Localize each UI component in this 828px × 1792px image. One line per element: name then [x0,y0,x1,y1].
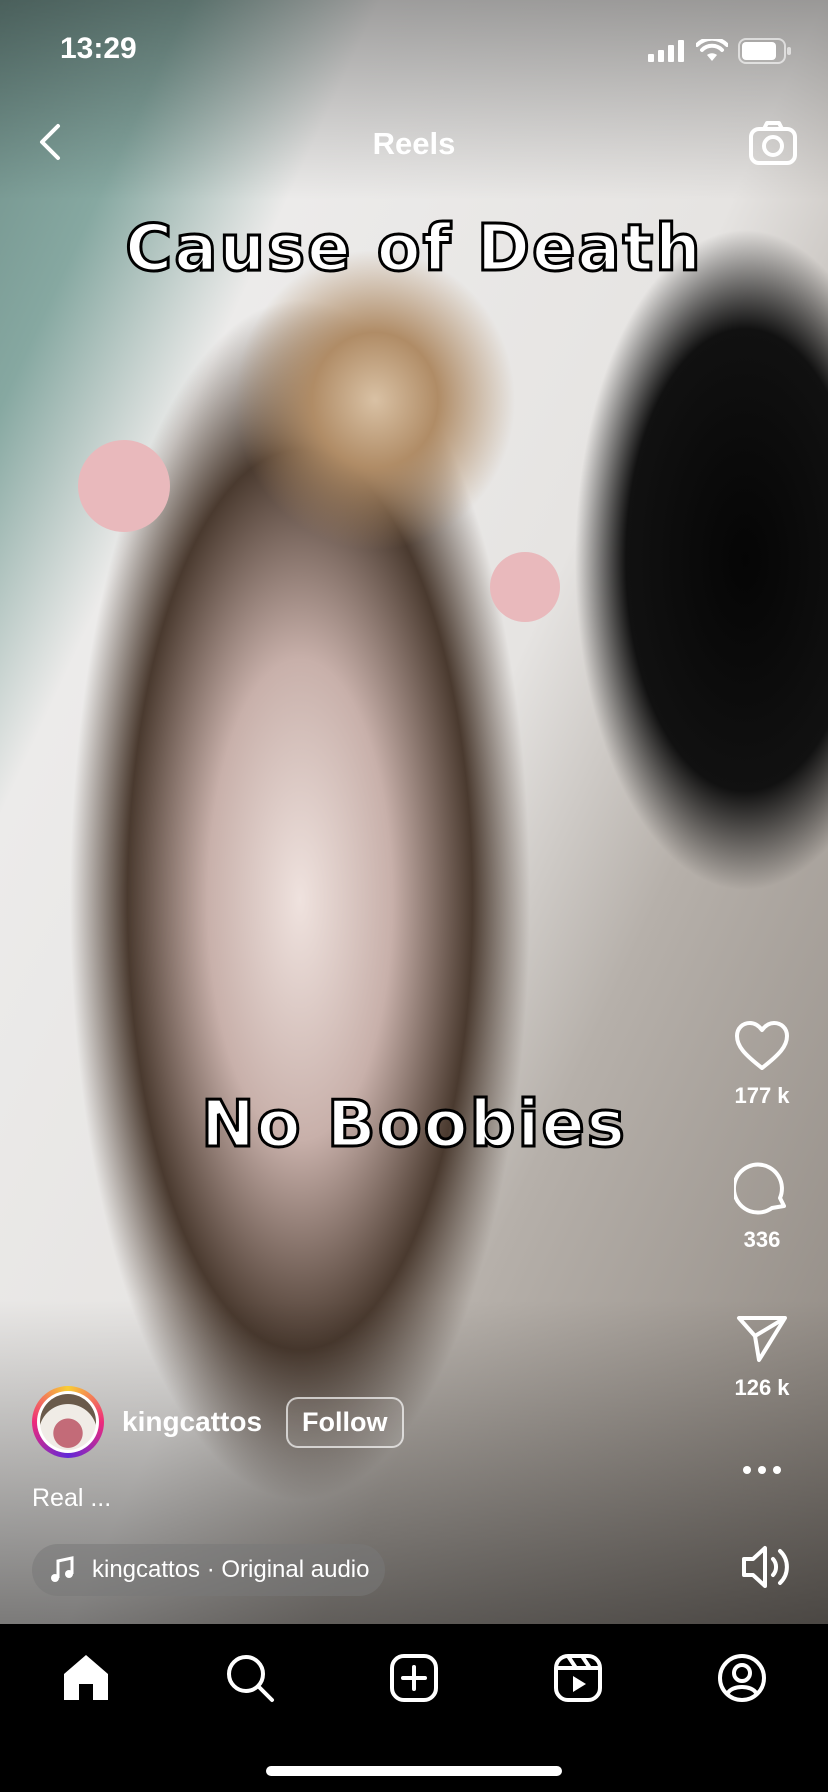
post-description[interactable]: Real ... [32,1484,111,1513]
reels-icon[interactable] [552,1652,604,1704]
wifi-icon [696,39,728,61]
send-icon[interactable] [735,1314,789,1364]
home-indicator[interactable] [266,1766,562,1776]
audio-label: kingcattos · Original audio [92,1556,370,1583]
kitten-paw-right [490,552,560,622]
more-icon[interactable] [742,1465,782,1475]
more-options-button[interactable] [714,1462,810,1480]
avatar-image [40,1394,96,1450]
status-time: 13:29 [60,32,137,65]
audio-pill[interactable]: kingcattos · Original audio [32,1544,386,1596]
avatar[interactable] [32,1386,104,1458]
action-column: 177 k 336 126 k [714,1020,810,1540]
heart-icon[interactable] [734,1020,790,1072]
music-note-icon [51,1556,74,1582]
share-count: 126 k [734,1375,790,1400]
share-action[interactable]: 126 k [714,1314,810,1401]
post-author: kingcattos Follow [32,1384,552,1460]
volume-icon[interactable] [740,1544,792,1590]
like-action[interactable]: 177 k [714,1020,810,1109]
like-count: 177 k [734,1083,790,1108]
camera-icon[interactable] [748,118,798,168]
profile-icon[interactable] [716,1652,768,1704]
comment-action[interactable]: 336 [714,1160,810,1253]
video-caption-top: Cause of Death [124,211,703,288]
comment-icon[interactable] [731,1160,790,1216]
top-nav: Reels [0,118,828,168]
comment-count: 336 [743,1227,781,1252]
page-title: Reels [372,126,456,161]
battery-icon [738,38,791,64]
reel-video[interactable]: Cause of Death No Boobies [0,0,828,1624]
signal-icon [648,40,684,62]
create-post-icon[interactable] [388,1652,440,1704]
username[interactable]: kingcattos [122,1406,262,1438]
video-caption-bottom: No Boobies [200,1087,627,1164]
follow-button[interactable]: Follow [286,1396,404,1448]
kitten-paw-left [78,440,170,532]
status-bar: 13:29 [0,28,828,72]
home-icon[interactable] [60,1652,112,1704]
search-icon[interactable] [224,1652,276,1704]
